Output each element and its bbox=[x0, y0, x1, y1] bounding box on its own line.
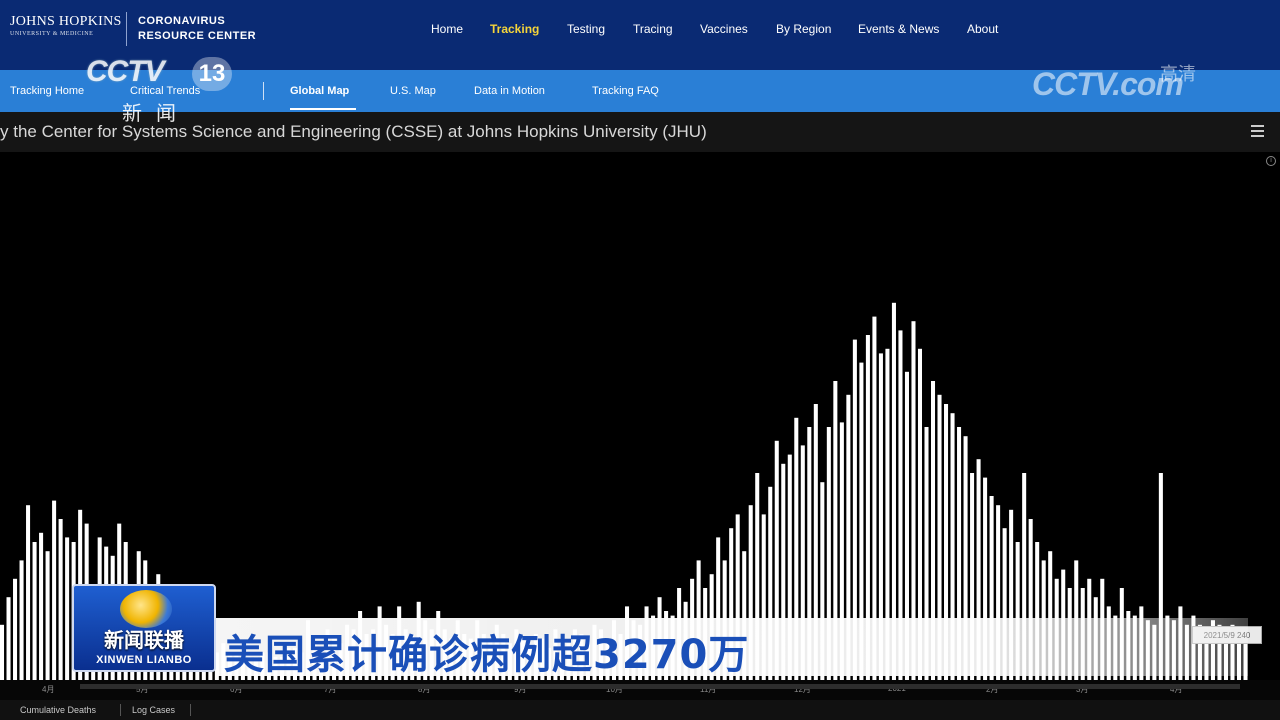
subnav-divider bbox=[263, 82, 264, 100]
chart-bar[interactable] bbox=[65, 537, 70, 680]
timeline-scrollbar[interactable] bbox=[80, 684, 1240, 689]
johns-hopkins-logo[interactable]: JOHNS HOPKINS UNIVERSITY & MEDICINE bbox=[10, 14, 122, 37]
chart-bar[interactable] bbox=[6, 597, 11, 680]
subnav-tracking-faq[interactable]: Tracking FAQ bbox=[592, 85, 659, 97]
source-bar: y the Center for Systems Science and Eng… bbox=[0, 112, 1280, 152]
nav-home[interactable]: Home bbox=[431, 22, 463, 36]
nav-tracing[interactable]: Tracing bbox=[633, 22, 673, 36]
cctv13-channel-logo: CCTV 13 新闻 bbox=[86, 55, 232, 125]
chart-bar[interactable] bbox=[52, 500, 57, 680]
nav-vaccines[interactable]: Vaccines bbox=[700, 22, 748, 36]
channel-number: 13 bbox=[192, 57, 232, 91]
chart-bar[interactable] bbox=[0, 624, 5, 680]
subnav-tracking-home[interactable]: Tracking Home bbox=[10, 85, 84, 97]
hd-badge: 高清 bbox=[1160, 64, 1196, 85]
chart-bar[interactable] bbox=[26, 505, 31, 680]
chart-bar[interactable] bbox=[39, 532, 44, 680]
resource-center-line-2: RESOURCE CENTER bbox=[138, 30, 257, 42]
chart-bar[interactable] bbox=[58, 519, 63, 680]
tab-divider bbox=[120, 704, 121, 716]
hamburger-menu-icon[interactable] bbox=[1251, 125, 1264, 137]
chart-bar[interactable] bbox=[32, 542, 37, 680]
tab-divider bbox=[190, 704, 191, 716]
xinwen-lianbo-logo: 新闻联播 XINWEN LIANBO bbox=[72, 584, 216, 672]
program-title: 新闻联播 bbox=[104, 628, 184, 652]
subnav-global-map[interactable]: Global Map bbox=[290, 85, 349, 97]
resource-center-logo[interactable]: CORONAVIRUS RESOURCE CENTER bbox=[138, 14, 256, 44]
tab-log-cases[interactable]: Log Cases bbox=[132, 705, 175, 715]
nav-about[interactable]: About bbox=[967, 22, 998, 36]
logo-divider bbox=[126, 12, 127, 46]
source-attribution: y the Center for Systems Science and Eng… bbox=[0, 122, 707, 141]
logo-line-2: UNIVERSITY & MEDICINE bbox=[10, 31, 94, 37]
active-tab-underline bbox=[290, 108, 356, 110]
cctv-mark: CCTV bbox=[86, 55, 165, 88]
x-axis: 4月 5月 6月 7月 8月 9月 10月 11月 12月 2021 2月 3月… bbox=[0, 680, 1280, 700]
nav-by-region[interactable]: By Region bbox=[776, 22, 831, 36]
nav-events-news[interactable]: Events & News bbox=[858, 22, 939, 36]
chart-bar[interactable] bbox=[45, 551, 50, 680]
logo-line-1: JOHNS HOPKINS bbox=[10, 14, 122, 29]
chart-bar[interactable] bbox=[13, 578, 18, 680]
x-tick: 4月 bbox=[42, 685, 55, 694]
resource-center-line-1: CORONAVIRUS bbox=[138, 15, 226, 27]
chart-bar[interactable] bbox=[19, 560, 24, 680]
nav-testing[interactable]: Testing bbox=[567, 22, 605, 36]
news-caption-bar: 美国累计确诊病例超3270万 bbox=[216, 618, 1248, 678]
subnav-us-map[interactable]: U.S. Map bbox=[390, 85, 436, 97]
nav-tracking[interactable]: Tracking bbox=[490, 22, 539, 36]
news-headline: 美国累计确诊病例超3270万 bbox=[224, 632, 750, 678]
info-icon[interactable]: i bbox=[1266, 156, 1276, 166]
globe-icon bbox=[120, 590, 172, 628]
channel-name: 新闻 bbox=[122, 101, 190, 125]
tab-cumulative-deaths[interactable]: Cumulative Deaths bbox=[20, 705, 96, 715]
program-subtitle: XINWEN LIANBO bbox=[96, 654, 192, 666]
top-navbar: JOHNS HOPKINS UNIVERSITY & MEDICINE CORO… bbox=[0, 0, 1280, 70]
subnav-data-in-motion[interactable]: Data in Motion bbox=[474, 85, 545, 97]
bottom-tabs: Cumulative Deaths Log Cases bbox=[0, 700, 1280, 720]
